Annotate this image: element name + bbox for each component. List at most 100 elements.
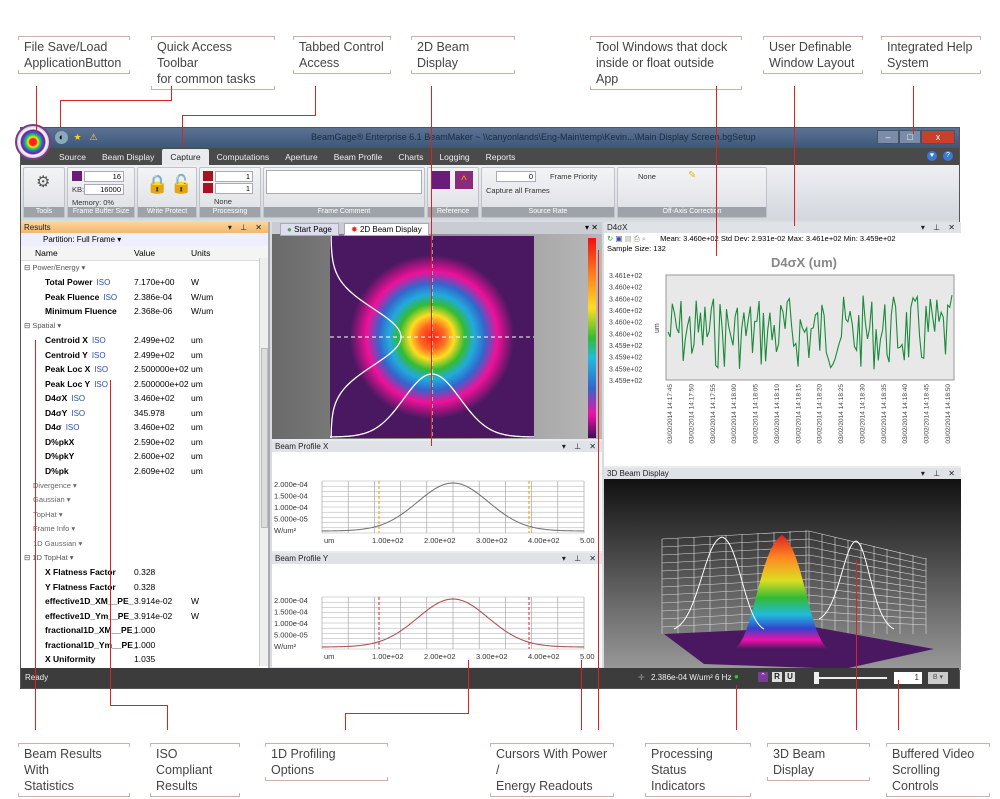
results-row[interactable]: D%pkY 2.600e+02 um [21,449,268,464]
save-icon[interactable]: ◐ [55,131,68,144]
tab-reports[interactable]: Reports [478,149,524,165]
results-group[interactable]: ⊟ Power/Energy ▾ [21,261,268,276]
column-name[interactable]: Name [21,248,134,258]
frames-input[interactable]: 16 [84,171,124,182]
beam-profile-x-chart[interactable]: 2.000e-04 1.500e-04 1.000e-04 5.000e-05 W/um… [272,452,602,551]
results-group[interactable]: ⊟ 1D TopHat ▾ [21,551,268,566]
tab-computations[interactable]: Computations [209,149,277,165]
warning-icon[interactable]: ⚠ [87,131,100,144]
result-value: 2.386e-04 [134,291,173,302]
panel-controls[interactable]: ▾ ⊥ ✕ [921,222,958,233]
ruler-icon[interactable]: ✎ [688,170,696,181]
save-icon[interactable]: ▣ [615,234,622,243]
frame-priority-select[interactable]: Frame Priority [550,172,597,181]
results-group[interactable]: 1D Gaussian ▾ [21,536,268,551]
panel-controls[interactable]: ▾ ⊥ ✕ [562,441,599,452]
zoom-icon[interactable]: ⌕ [642,234,646,243]
print-icon[interactable]: ⎙ [634,234,640,243]
results-row[interactable]: effective1D_Ym__PE_ 3.914e-02 W [21,609,268,624]
results-group[interactable]: Divergence ▾ [21,478,268,493]
priority-icon[interactable]: ⌃ [758,672,768,682]
tab-start-page[interactable]: ● Start Page [280,223,339,236]
results-row[interactable]: Minimum Fluence 2.368e-06 W/um [21,304,268,319]
playback-slider[interactable] [814,672,887,684]
results-row[interactable]: Peak Loc X ISO 2.500000e+02 um [21,362,268,377]
tab-source[interactable]: Source [51,149,94,165]
panel-controls[interactable]: ▾ ⊥ ✕ [921,468,958,479]
group-label[interactable]: 1D Gaussian ▾ [21,539,82,548]
group-label[interactable]: Gaussian ▾ [21,495,71,504]
tab-beam-display[interactable]: Beam Display [94,149,162,165]
group-label[interactable]: ⊟ Power/Energy ▾ [21,263,85,272]
tab-logging[interactable]: Logging [431,149,477,165]
results-row[interactable]: D4σX ISO 3.460e+02 um [21,391,268,406]
results-row[interactable]: Centroid X ISO 2.499e+02 um [21,333,268,348]
results-row[interactable]: Peak Loc Y ISO 2.500000e+02 um [21,377,268,392]
group-label[interactable]: ⊟ 1D TopHat ▾ [21,553,74,562]
results-row[interactable]: X Flatness Factor 0.328 [21,565,268,580]
results-group[interactable]: ⊟ Spatial ▾ [21,319,268,334]
results-row[interactable]: D4σ ISO 3.460e+02 um [21,420,268,435]
average-input[interactable]: 1 [215,171,253,182]
results-row[interactable]: D%pk 2.609e+02 um [21,464,268,479]
kb-input[interactable]: 16000 [84,184,124,195]
refresh-icon[interactable]: ↻ [607,234,613,243]
results-row[interactable]: fractional1D_XM__PE_ 1.000 [21,623,268,638]
partition-select[interactable]: Partition: Full Frame ▾ [21,233,268,246]
tips-icon[interactable]: ♥ [927,151,937,161]
tab-aperture[interactable]: Aperture [277,149,326,165]
results-row[interactable]: Centroid Y ISO 2.499e+02 um [21,348,268,363]
tab-2d-beam-display[interactable]: ✸ 2D Beam Display [344,223,429,236]
help-icon[interactable]: ? [943,151,953,161]
r-button[interactable]: R [772,672,782,682]
u-button[interactable]: U [785,672,795,682]
results-row[interactable]: fractional1D_Ym__PE_ 1.000 [21,638,268,653]
group-label[interactable]: Frame Info ▾ [21,524,75,533]
results-group[interactable]: Frame Info ▾ [21,522,268,537]
tab-beam-profile[interactable]: Beam Profile [326,149,391,165]
results-row[interactable]: X Uniformity 1.035 [21,652,268,667]
reference-image-button[interactable] [432,171,450,189]
buffer-select[interactable]: B ▾ [928,672,948,684]
results-row[interactable]: effective1D_XM__PE_ 3.914e-02 W [21,594,268,609]
group-label[interactable]: ⊟ Spatial ▾ [21,321,61,330]
column-units[interactable]: Units [191,248,231,258]
panel-controls[interactable]: ▾ ⊥ ✕ [228,222,265,233]
results-row[interactable]: Y Flatness Factor 0.328 [21,580,268,595]
group-label[interactable]: TopHat ▾ [21,510,63,519]
frame-comment-input[interactable] [266,170,422,194]
minimize-button[interactable]: – [877,130,899,144]
beam-3d-display[interactable] [604,479,961,670]
group-label[interactable]: Divergence ▾ [21,481,77,490]
sum-input[interactable]: 1 [215,183,253,194]
panel-controls[interactable]: ▾ ⊥ ✕ [562,553,599,564]
tab-charts[interactable]: Charts [390,149,431,165]
processing-select[interactable]: None [214,197,232,206]
lock-icon[interactable]: 🔒 [146,174,168,195]
d4sx-strip-chart[interactable]: D4σX (um) 3.461e+02 3.460e+02 3.460e+02 3.46… [604,253,961,465]
copy-icon[interactable]: ▤ [625,234,632,243]
results-group[interactable]: Gaussian ▾ [21,493,268,508]
panel-controls[interactable]: ▾ ✕ [585,223,598,232]
application-button[interactable] [15,124,51,160]
column-value[interactable]: Value [134,248,191,258]
star-icon[interactable]: ★ [71,131,84,144]
capture-mode-select[interactable]: Capture all Frames [486,186,550,195]
reference-profile-button[interactable]: ^ [455,171,473,189]
tools-icon[interactable]: ⚙ [36,172,50,192]
results-row[interactable]: D%pkX 2.590e+02 um [21,435,268,450]
results-group[interactable]: TopHat ▾ [21,507,268,522]
maximize-button[interactable]: □ [899,130,921,144]
beam-profile-y-chart[interactable]: 2.000e-04 1.500e-04 1.000e-04 5.000e-05 W/um… [272,564,602,667]
results-row[interactable]: Peak Fluence ISO 2.386e-04 W/um [21,290,268,305]
results-row[interactable]: D4σY ISO 345.978 um [21,406,268,421]
tab-capture[interactable]: Capture [162,149,209,165]
y-tick-label: 3.459e+02 [609,366,642,373]
results-scrollbar[interactable] [259,258,268,666]
results-row[interactable]: Total Power ISO 7.170e+00 W [21,275,268,290]
source-rate-input[interactable]: 0 [496,171,536,182]
unlock-icon[interactable]: 🔓 [170,174,192,195]
off-axis-select[interactable]: None [638,172,656,181]
close-button[interactable]: x [921,130,955,144]
beam-2d-display[interactable] [272,234,602,439]
